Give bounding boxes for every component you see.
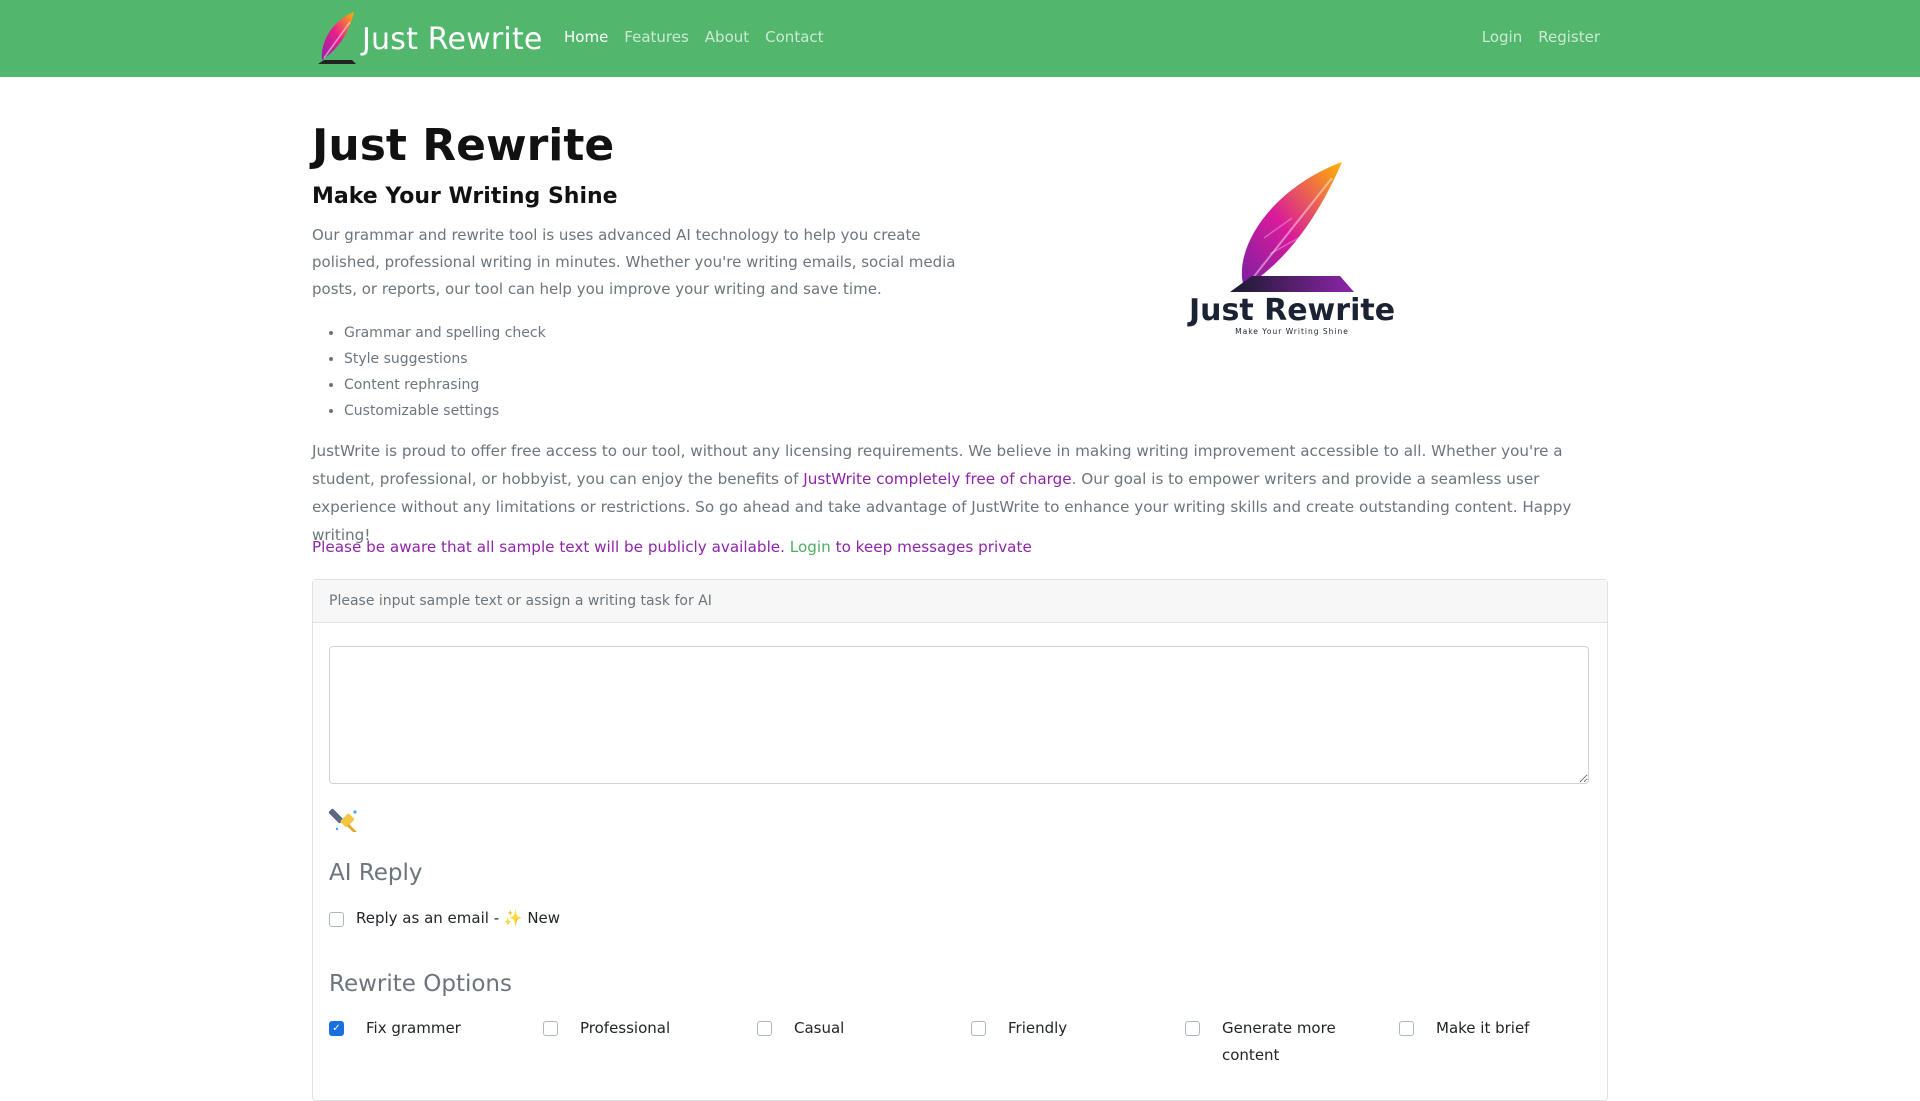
card-header: Please input sample text or assign a wri… <box>313 580 1607 623</box>
fix-grammar-checkbox[interactable] <box>329 1021 344 1036</box>
hero-logo: Just Rewrite Make Your Writing Shine <box>1187 162 1395 336</box>
option-friendly[interactable]: Friendly <box>971 1018 1161 1042</box>
option-professional[interactable]: Professional <box>543 1018 733 1042</box>
auth-nav: Login Register <box>1482 28 1600 46</box>
brand-name: Just Rewrite <box>362 21 543 57</box>
option-make-brief[interactable]: Make it brief <box>1399 1018 1589 1042</box>
make-brief-checkbox[interactable] <box>1399 1021 1414 1036</box>
option-label: Make it brief <box>1436 1019 1530 1037</box>
option-label: Generate more content <box>1222 1019 1336 1064</box>
option-label: Casual <box>794 1019 845 1037</box>
nav-home[interactable]: Home <box>564 28 608 46</box>
feature-item: Customizable settings <box>344 398 546 424</box>
navbar: Just Rewrite Home Features About Contact… <box>0 0 1920 77</box>
hero-logo-tagline: Make Your Writing Shine <box>1235 327 1349 336</box>
reply-email-label: Reply as an email - ✨ New <box>356 909 561 927</box>
option-fix-grammar[interactable]: Fix grammer <box>329 1018 519 1042</box>
notice-text-end: to keep messages private <box>830 538 1032 556</box>
privacy-notice: Please be aware that all sample text wil… <box>312 538 1032 556</box>
ai-reply-title: AI Reply <box>329 860 423 886</box>
feature-item: Content rephrasing <box>344 372 546 398</box>
nav-features[interactable]: Features <box>624 28 689 46</box>
option-label: Fix grammer <box>366 1019 461 1037</box>
about-paragraph: JustWrite is proud to offer free access … <box>312 437 1612 549</box>
nav-register[interactable]: Register <box>1538 28 1600 46</box>
feature-list: Grammar and spelling check Style suggest… <box>312 320 546 424</box>
page-title: Just Rewrite <box>312 120 615 171</box>
feather-logo-icon <box>318 12 356 64</box>
friendly-checkbox[interactable] <box>971 1021 986 1036</box>
hero-description: Our grammar and rewrite tool is uses adv… <box>312 226 956 298</box>
option-label: Professional <box>580 1019 671 1037</box>
magic-rewrite-icon[interactable] <box>329 802 361 834</box>
feature-item: Grammar and spelling check <box>344 320 546 346</box>
rewrite-options-title: Rewrite Options <box>329 971 512 997</box>
reply-email-checkbox[interactable] <box>329 912 344 927</box>
reply-email-option[interactable]: Reply as an email - ✨ New <box>329 909 560 927</box>
option-casual[interactable]: Casual <box>757 1018 947 1042</box>
free-highlight: JustWrite completely free of charge <box>803 470 1072 488</box>
option-generate-more[interactable]: Generate more content <box>1185 1018 1375 1069</box>
main-nav: Home Features About Contact <box>564 28 824 46</box>
page-subtitle: Make Your Writing Shine <box>312 184 618 209</box>
nav-login[interactable]: Login <box>1482 28 1522 46</box>
casual-checkbox[interactable] <box>757 1021 772 1036</box>
generate-more-checkbox[interactable] <box>1185 1021 1200 1036</box>
feature-item: Style suggestions <box>344 346 546 372</box>
nav-about[interactable]: About <box>705 28 749 46</box>
sample-text-input[interactable] <box>329 646 1589 784</box>
brand[interactable]: Just Rewrite <box>312 10 543 68</box>
professional-checkbox[interactable] <box>543 1021 558 1036</box>
notice-text: Please be aware that all sample text wil… <box>312 538 790 556</box>
hero-logo-title: Just Rewrite <box>1187 293 1395 328</box>
rewrite-card: Please input sample text or assign a wri… <box>312 579 1608 1101</box>
notice-login-link[interactable]: Login <box>790 538 831 556</box>
option-label: Friendly <box>1008 1019 1068 1037</box>
nav-contact[interactable]: Contact <box>765 28 823 46</box>
